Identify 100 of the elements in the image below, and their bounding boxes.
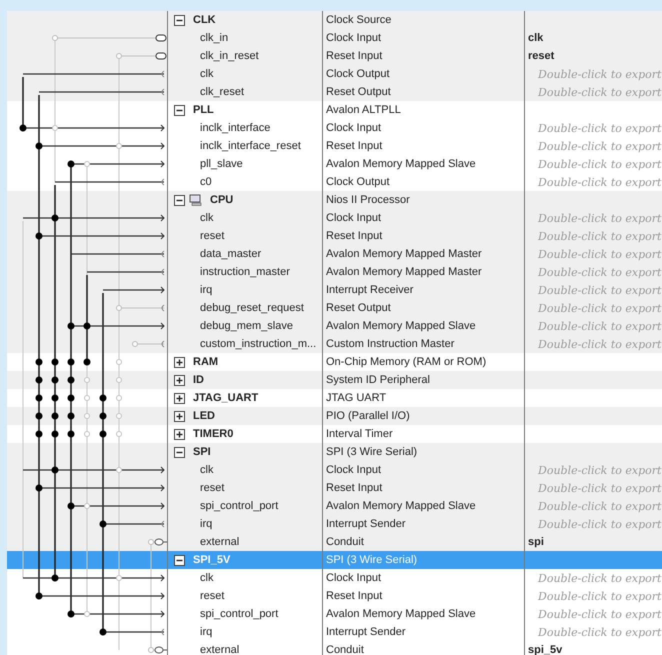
port-name[interactable]: external <box>174 536 240 548</box>
table-row[interactable]: ID System ID Peripheral <box>168 371 662 389</box>
description-text: Reset Output <box>326 86 391 98</box>
component-name[interactable]: SPI <box>193 446 211 458</box>
table-row[interactable]: clk Clock Input Double-click to export <box>168 461 662 479</box>
table-row[interactable]: debug_mem_slave Avalon Memory Mapped Slave Double-click to export <box>168 317 662 335</box>
port-name[interactable]: clk_in <box>174 32 228 44</box>
table-row[interactable]: instruction_master Avalon Memory Mapped Master Double-click to export <box>168 263 662 281</box>
expand-icon[interactable] <box>174 428 185 440</box>
table-row[interactable]: clk_in Clock Input clk <box>168 29 662 47</box>
port-name[interactable]: reset <box>174 590 224 602</box>
component-name[interactable]: JTAG_UART <box>193 392 258 404</box>
port-name[interactable]: clk <box>174 212 214 224</box>
table-row[interactable]: irq Interrupt Sender Double-click to export <box>168 623 662 641</box>
collapse-icon[interactable] <box>174 194 185 206</box>
port-name[interactable]: inclk_interface <box>174 122 270 134</box>
component-name[interactable]: RAM <box>193 356 218 368</box>
description-text: Clock Input <box>326 572 382 584</box>
description-text: Clock Input <box>326 464 382 476</box>
component-name[interactable]: TIMER0 <box>193 428 234 440</box>
port-name[interactable]: irq <box>174 284 212 296</box>
table-row[interactable]: clk Clock Output Double-click to export <box>168 65 662 83</box>
port-name[interactable]: irq <box>174 518 212 530</box>
table-row[interactable]: PLL Avalon ALTPLL <box>168 101 662 119</box>
description-text: Clock Output <box>326 68 390 80</box>
table-row[interactable]: clk Clock Input Double-click to export <box>168 569 662 587</box>
collapse-icon[interactable] <box>174 554 185 566</box>
table-row[interactable]: inclk_interface_reset Reset Input Double-click to export <box>168 137 662 155</box>
port-name[interactable]: c0 <box>174 176 212 188</box>
port-name[interactable]: clk_in_reset <box>174 50 259 62</box>
table-row[interactable]: inclk_interface Clock Input Double-click to export <box>168 119 662 137</box>
table-row[interactable]: reset Reset Input Double-click to export <box>168 587 662 605</box>
port-name[interactable]: clk <box>174 68 214 80</box>
component-name[interactable]: ID <box>193 374 204 386</box>
component-name[interactable]: PLL <box>193 104 214 116</box>
port-name[interactable]: debug_reset_request <box>174 302 304 314</box>
table-row[interactable]: data_master Avalon Memory Mapped Master Double-click to export <box>168 245 662 263</box>
table-row[interactable]: spi_control_port Avalon Memory Mapped Slave Double-click to export <box>168 497 662 515</box>
table-row[interactable]: JTAG_UART JTAG UART <box>168 389 662 407</box>
table-row[interactable]: custom_instruction_m... Custom Instruction Master Double-click to export <box>168 335 662 353</box>
description-text: SPI (3 Wire Serial) <box>326 446 418 458</box>
port-name[interactable]: custom_instruction_m... <box>174 338 316 350</box>
export-name[interactable]: spi_5v <box>528 644 562 655</box>
port-name[interactable]: irq <box>174 626 212 638</box>
export-name[interactable]: spi <box>528 536 544 548</box>
port-name[interactable]: spi_control_port <box>174 500 278 512</box>
table-row[interactable]: irq Interrupt Sender Double-click to export <box>168 515 662 533</box>
export-name[interactable]: reset <box>528 50 554 62</box>
port-name[interactable]: clk_reset <box>174 86 244 98</box>
expand-icon[interactable] <box>174 374 185 386</box>
port-name[interactable]: instruction_master <box>174 266 290 278</box>
expand-icon[interactable] <box>174 392 185 404</box>
description-text: Avalon Memory Mapped Slave <box>326 608 476 620</box>
table-row[interactable]: RAM On-Chip Memory (RAM or ROM) <box>168 353 662 371</box>
port-name[interactable]: inclk_interface_reset <box>174 140 301 152</box>
table-row[interactable]: CLK Clock Source <box>168 11 662 29</box>
description-text: Reset Output <box>326 302 391 314</box>
table-row[interactable]: SPI SPI (3 Wire Serial) <box>168 443 662 461</box>
table-row[interactable]: c0 Clock Output Double-click to export <box>168 173 662 191</box>
port-name[interactable]: clk <box>174 572 214 584</box>
port-name[interactable]: data_master <box>174 248 262 260</box>
description-text: On-Chip Memory (RAM or ROM) <box>326 356 486 368</box>
table-row[interactable]: external Conduit spi <box>168 533 662 551</box>
table-row[interactable]: clk_reset Reset Output Double-click to export <box>168 83 662 101</box>
description-text: Reset Input <box>326 230 382 242</box>
processor-icon <box>189 194 202 206</box>
expand-icon[interactable] <box>174 410 185 422</box>
component-name[interactable]: CLK <box>193 14 216 26</box>
description-text: Reset Input <box>326 140 382 152</box>
table-row[interactable]: TIMER0 Interval Timer <box>168 425 662 443</box>
table-row[interactable]: clk Clock Input Double-click to export <box>168 209 662 227</box>
component-name[interactable]: CPU <box>210 194 234 206</box>
description-text: Clock Input <box>326 212 382 224</box>
table-row[interactable]: LED PIO (Parallel I/O) <box>168 407 662 425</box>
port-name[interactable]: external <box>174 644 240 655</box>
table-row[interactable]: irq Interrupt Receiver Double-click to export <box>168 281 662 299</box>
description-text: Conduit <box>326 644 364 655</box>
port-name[interactable]: pll_slave <box>174 158 243 170</box>
table-row[interactable]: CPU Nios II Processor <box>168 191 662 209</box>
collapse-icon[interactable] <box>174 14 185 26</box>
table-row[interactable]: debug_reset_request Reset Output Double-click to export <box>168 299 662 317</box>
table-row[interactable]: clk_in_reset Reset Input reset <box>168 47 662 65</box>
description-text: SPI (3 Wire Serial) <box>326 554 418 566</box>
table-row[interactable]: reset Reset Input Double-click to export <box>168 479 662 497</box>
description-text: Avalon Memory Mapped Master <box>326 266 482 278</box>
port-name[interactable]: spi_control_port <box>174 608 278 620</box>
component-name[interactable]: LED <box>193 410 215 422</box>
port-name[interactable]: reset <box>174 230 224 242</box>
export-name[interactable]: clk <box>528 32 544 44</box>
port-name[interactable]: reset <box>174 482 224 494</box>
expand-icon[interactable] <box>174 356 185 368</box>
collapse-icon[interactable] <box>174 446 185 458</box>
table-row[interactable]: reset Reset Input Double-click to export <box>168 227 662 245</box>
port-name[interactable]: clk <box>174 464 214 476</box>
collapse-icon[interactable] <box>174 104 185 116</box>
table-row[interactable]: spi_control_port Avalon Memory Mapped Slave Double-click to export <box>168 605 662 623</box>
table-row[interactable]: pll_slave Avalon Memory Mapped Slave Double-click to export <box>168 155 662 173</box>
port-name[interactable]: debug_mem_slave <box>174 320 293 332</box>
description-text: Avalon Memory Mapped Master <box>326 248 482 260</box>
description-text: Reset Input <box>326 50 382 62</box>
